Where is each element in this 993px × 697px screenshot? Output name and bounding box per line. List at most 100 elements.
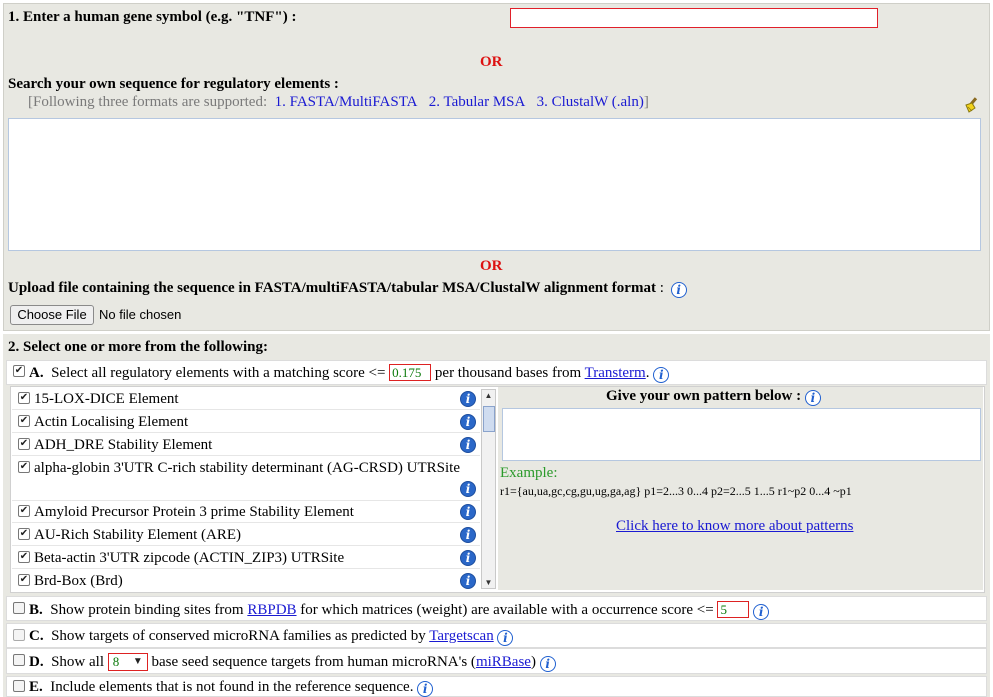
list-item[interactable]: ✔ Amyloid Precursor Protein 3 prime Stab… — [12, 501, 480, 523]
pattern-info-icon[interactable]: i — [804, 390, 821, 406]
pattern-textarea[interactable] — [502, 408, 981, 461]
element-checkbox[interactable]: ✔ — [18, 438, 30, 450]
option-a-dot: . — [645, 365, 650, 381]
list-item[interactable]: ✔ Beta-actin 3'UTR zipcode (ACTIN_ZIP3) … — [12, 547, 480, 569]
or-divider-1: OR — [480, 54, 503, 70]
search-sequence-label: Search your own sequence for regulatory … — [8, 76, 339, 92]
option-e-checkbox[interactable] — [13, 680, 25, 692]
upload-colon: : — [659, 280, 664, 296]
rbpdb-link[interactable]: RBPDB — [247, 602, 296, 618]
list-item[interactable]: ✔ AU-Rich Stability Element (ARE) i — [12, 524, 480, 546]
option-d-row: D. Show all 8 ▼ base seed sequence target… — [6, 648, 987, 674]
upload-file-row: Upload file containing the sequence in F… — [8, 280, 687, 298]
info-icon[interactable]: i — [460, 573, 476, 589]
option-b-pre: Show protein binding sites from — [50, 602, 244, 618]
info-icon[interactable]: i — [460, 481, 476, 497]
option-b-post: for which matrices (weight) are availabl… — [300, 602, 714, 618]
option-a-checkbox[interactable]: ✔ — [13, 365, 25, 377]
element-label: Brd-Box (Brd) — [34, 573, 123, 589]
option-e-row: E. Include elements that is not found in… — [6, 676, 987, 697]
element-checkbox[interactable]: ✔ — [18, 392, 30, 404]
element-checkbox[interactable]: ✔ — [18, 551, 30, 563]
option-e-letter: E. — [29, 679, 43, 695]
supported-formats: [Following three formats are supported: … — [28, 94, 649, 111]
chevron-down-icon: ▼ — [132, 656, 143, 667]
option-a-info-icon[interactable]: i — [653, 367, 670, 383]
sequence-textarea[interactable] — [8, 118, 981, 251]
example-label: Example: — [500, 465, 558, 481]
option-d-checkbox[interactable] — [13, 654, 25, 666]
element-label: AU-Rich Stability Element (ARE) — [34, 527, 242, 543]
pattern-title: Give your own pattern below : i — [606, 388, 821, 406]
option-a-letter: A. — [29, 365, 44, 381]
patterns-help-link[interactable]: Click here to know more about patterns — [616, 518, 853, 535]
mirbase-link[interactable]: miRBase — [476, 654, 531, 670]
option-a-row: ✔ A. Select all regulatory elements with… — [6, 360, 987, 385]
option-a-post: per thousand bases from — [434, 365, 582, 381]
formats-suffix: ] — [643, 94, 649, 110]
option-b-info-icon[interactable]: i — [753, 604, 770, 620]
choose-file-button[interactable]: Choose File — [10, 305, 94, 325]
broom-icon[interactable] — [963, 96, 983, 114]
option-e-text: E. Include elements that is not found in… — [29, 679, 434, 697]
seed-length-value: 8 — [112, 654, 120, 669]
option-d-letter: D. — [29, 654, 44, 670]
info-icon[interactable]: i — [460, 527, 476, 543]
option-c-pre: Show targets of conserved microRNA famil… — [51, 628, 426, 644]
info-icon[interactable]: i — [460, 414, 476, 430]
element-label: Actin Localising Element — [34, 414, 189, 430]
option-b-text: B. Show protein binding sites from RBPDB… — [29, 601, 770, 620]
info-icon[interactable]: i — [460, 550, 476, 566]
targetscan-link[interactable]: Targetscan — [429, 628, 493, 644]
transterm-score-input[interactable]: 0.175 — [389, 364, 432, 381]
element-checkbox[interactable]: ✔ — [18, 574, 30, 586]
rbpdb-score-input[interactable]: 5 — [717, 601, 750, 618]
element-label: Beta-actin 3'UTR zipcode (ACTIN_ZIP3) UT… — [34, 550, 345, 566]
regulatory-elements-list: ✔ 15-LOX-DICE Element i ✔ Actin Localisi… — [12, 388, 480, 591]
info-icon[interactable]: i — [460, 391, 476, 407]
option-d-info-icon[interactable]: i — [539, 656, 556, 672]
format-tabular-msa-link[interactable]: 2. Tabular MSA — [429, 94, 526, 110]
example-pattern: r1={au,ua,gc,cg,gu,ug,ga,ag} p1=2...3 0.… — [500, 484, 852, 498]
gene-symbol-input[interactable] — [510, 8, 878, 28]
list-item[interactable]: ✔ Actin Localising Element i — [12, 411, 480, 433]
scroll-up-icon[interactable]: ▲ — [482, 391, 495, 400]
element-checkbox[interactable]: ✔ — [18, 528, 30, 540]
option-c-letter: C. — [29, 628, 44, 644]
format-fasta-link[interactable]: 1. FASTA/MultiFASTA — [275, 94, 418, 110]
list-item[interactable]: ✔ ADH_DRE Stability Element i — [12, 434, 480, 456]
no-file-chosen-text: No file chosen — [99, 307, 182, 322]
info-icon[interactable]: i — [460, 504, 476, 520]
element-checkbox[interactable]: ✔ — [18, 505, 30, 517]
upload-info-icon[interactable]: i — [670, 282, 687, 298]
list-item[interactable]: ✔ alpha-globin 3'UTR C-rich stability de… — [12, 457, 480, 501]
transterm-link[interactable]: Transterm — [585, 365, 646, 381]
list-item[interactable]: ✔ 15-LOX-DICE Element i — [12, 388, 480, 410]
option-d-text: D. Show all 8 ▼ base seed sequence target… — [29, 653, 556, 672]
option-c-info-icon[interactable]: i — [497, 630, 514, 646]
option-e-label: Include elements that is not found in th… — [50, 679, 414, 695]
gene-symbol-label: 1. Enter a human gene symbol (e.g. "TNF"… — [8, 9, 297, 25]
element-label: alpha-globin 3'UTR C-rich stability dete… — [34, 460, 460, 476]
element-checkbox[interactable]: ✔ — [18, 415, 30, 427]
option-c-checkbox[interactable] — [13, 629, 25, 641]
options-heading: 2. Select one or more from the following… — [8, 339, 268, 355]
option-b-row: B. Show protein binding sites from RBPDB… — [6, 596, 987, 621]
element-checkbox[interactable]: ✔ — [18, 461, 30, 473]
option-b-checkbox[interactable] — [13, 602, 25, 614]
scrollbar-thumb[interactable] — [483, 406, 495, 432]
or-divider-2: OR — [480, 258, 503, 274]
formats-prefix: [Following three formats are supported: — [28, 94, 268, 110]
upload-file-label: Upload file containing the sequence in F… — [8, 280, 656, 296]
scroll-down-icon[interactable]: ▼ — [482, 578, 495, 587]
list-item[interactable]: ✔ Brd-Box (Brd) i — [12, 570, 480, 591]
option-e-info-icon[interactable]: i — [417, 681, 434, 697]
format-clustalw-link[interactable]: 3. ClustalW (.aln) — [537, 94, 644, 110]
element-label: 15-LOX-DICE Element — [34, 391, 179, 407]
seed-length-select[interactable]: 8 ▼ — [107, 653, 148, 671]
option-d-post: base seed sequence targets from human mi… — [151, 654, 476, 670]
element-label: ADH_DRE Stability Element — [34, 437, 213, 453]
info-icon[interactable]: i — [460, 437, 476, 453]
option-a-pre: Select all regulatory elements with a ma… — [51, 365, 386, 381]
option-d-pre: Show all — [51, 654, 105, 670]
